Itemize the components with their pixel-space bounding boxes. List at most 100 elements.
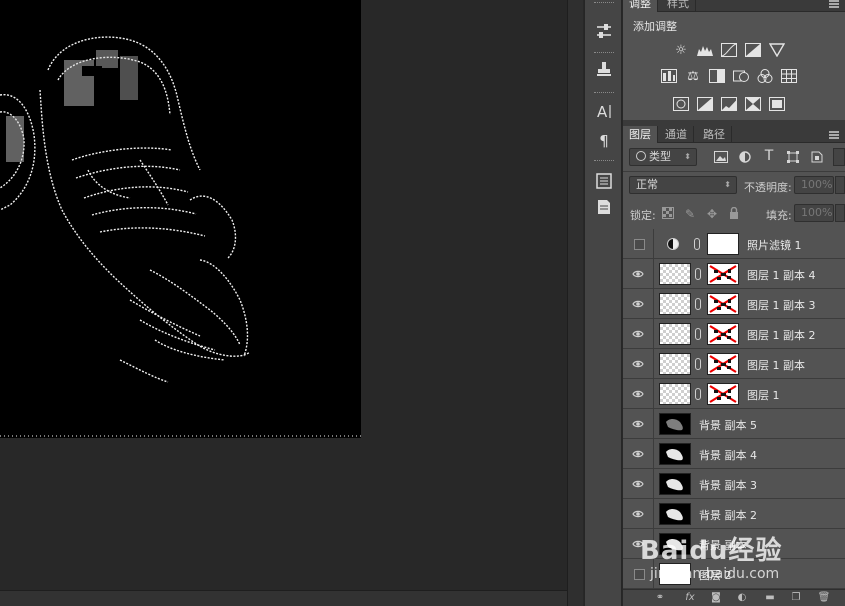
layer-thumbnail[interactable] bbox=[659, 293, 691, 315]
opacity-slider-toggle[interactable] bbox=[835, 176, 845, 194]
visibility-eye-icon[interactable] bbox=[632, 388, 644, 400]
black-white-icon[interactable] bbox=[709, 68, 725, 84]
posterize-icon[interactable] bbox=[697, 96, 713, 112]
mask-link-icon[interactable] bbox=[695, 388, 701, 400]
layer-row[interactable]: 照片滤镜 1 bbox=[623, 229, 845, 259]
exposure-icon[interactable] bbox=[745, 42, 761, 58]
layer-name[interactable]: 图层 1 副本 4 bbox=[747, 267, 816, 283]
layer-mask-thumbnail[interactable] bbox=[707, 233, 739, 255]
filter-pixel-icon[interactable] bbox=[714, 151, 728, 165]
color-balance-icon[interactable]: ⚖ bbox=[685, 68, 701, 84]
mask-link-icon[interactable] bbox=[695, 298, 701, 310]
blend-mode-dropdown[interactable]: 正常 ⬍ bbox=[629, 176, 737, 194]
visibility-eye-icon[interactable] bbox=[632, 418, 644, 430]
notes-panel-icon[interactable] bbox=[592, 196, 616, 218]
paragraph-panel-icon[interactable]: ¶ bbox=[592, 130, 616, 152]
visibility-eye-icon[interactable] bbox=[632, 328, 644, 340]
filter-shape-icon[interactable] bbox=[786, 151, 800, 165]
curves-icon[interactable] bbox=[721, 42, 737, 58]
layer-row[interactable]: 图层 1 副本 4 bbox=[623, 259, 845, 289]
layer-row[interactable]: 背景 副本 4 bbox=[623, 439, 845, 469]
layer-row[interactable]: 背景 副本 3 bbox=[623, 469, 845, 499]
levels-icon[interactable] bbox=[697, 42, 713, 58]
fill-input[interactable]: 100% bbox=[794, 204, 834, 222]
color-lookup-icon[interactable] bbox=[781, 68, 797, 84]
vertical-scrollbar[interactable] bbox=[567, 0, 583, 606]
layer-name[interactable]: 背景 副本 2 bbox=[699, 507, 757, 523]
layer-mask-thumbnail[interactable] bbox=[707, 263, 739, 285]
photo-filter-icon[interactable] bbox=[733, 68, 749, 84]
filter-toggle[interactable] bbox=[833, 148, 845, 166]
brightness-contrast-icon[interactable]: ☼ bbox=[673, 42, 689, 58]
tab-paths[interactable]: 路径 bbox=[697, 126, 732, 143]
layer-name[interactable]: 背景 副本 5 bbox=[699, 417, 757, 433]
layer-name[interactable]: 背景 副本 3 bbox=[699, 477, 757, 493]
layer-thumbnail[interactable] bbox=[659, 473, 691, 495]
opacity-input[interactable]: 100% bbox=[794, 176, 834, 194]
visibility-toggle-off[interactable] bbox=[634, 239, 645, 250]
tab-styles[interactable]: 样式 bbox=[661, 0, 696, 12]
hue-saturation-icon[interactable] bbox=[661, 68, 677, 84]
canvas-workspace[interactable] bbox=[0, 0, 567, 590]
layer-thumbnail[interactable] bbox=[659, 503, 691, 525]
layer-name[interactable]: 图层 1 副本 bbox=[747, 357, 805, 373]
layer-name[interactable]: 图层 1 副本 3 bbox=[747, 297, 816, 313]
horizontal-scrollbar[interactable] bbox=[0, 590, 567, 606]
layer-name[interactable]: 照片滤镜 1 bbox=[747, 237, 802, 253]
layer-name[interactable]: 图层 1 bbox=[747, 387, 780, 403]
visibility-eye-icon[interactable] bbox=[632, 508, 644, 520]
layer-thumbnail[interactable] bbox=[659, 323, 691, 345]
mask-link-icon[interactable] bbox=[695, 268, 701, 280]
layer-row[interactable]: 背景 副本 2 bbox=[623, 499, 845, 529]
mask-link-icon[interactable] bbox=[695, 328, 701, 340]
selective-color-icon[interactable] bbox=[745, 96, 761, 112]
layer-name[interactable]: 图层 1 副本 2 bbox=[747, 327, 816, 343]
strip-grip[interactable] bbox=[594, 52, 614, 54]
tab-channels[interactable]: 通道 bbox=[659, 126, 694, 143]
layer-mask-thumbnail[interactable] bbox=[707, 383, 739, 405]
tab-adjustments[interactable]: 调整 bbox=[623, 0, 658, 12]
layer-mask-thumbnail[interactable] bbox=[707, 353, 739, 375]
channel-mixer-icon[interactable] bbox=[757, 68, 773, 84]
layer-mask-thumbnail[interactable] bbox=[707, 323, 739, 345]
layer-row[interactable]: 图层 1 副本 2 bbox=[623, 319, 845, 349]
visibility-eye-icon[interactable] bbox=[632, 358, 644, 370]
strip-grip[interactable] bbox=[594, 92, 614, 94]
threshold-icon[interactable] bbox=[721, 96, 737, 112]
filter-type-icon[interactable]: T bbox=[762, 149, 776, 163]
clone-source-icon[interactable] bbox=[592, 58, 616, 80]
filter-smart-object-icon[interactable] bbox=[810, 151, 824, 165]
layer-mask-thumbnail[interactable] bbox=[707, 293, 739, 315]
layer-thumbnail[interactable] bbox=[659, 263, 691, 285]
strip-grip[interactable] bbox=[594, 2, 614, 4]
mask-link-icon[interactable] bbox=[694, 238, 700, 250]
gradient-map-icon[interactable] bbox=[769, 96, 785, 112]
mask-link-icon[interactable] bbox=[695, 358, 701, 370]
layer-thumbnail[interactable] bbox=[659, 413, 691, 435]
document-canvas[interactable] bbox=[0, 0, 361, 438]
tab-layers[interactable]: 图层 bbox=[623, 126, 658, 143]
lock-image-pixels-icon[interactable]: ✎ bbox=[683, 207, 697, 221]
layer-row[interactable]: 背景 副本 5 bbox=[623, 409, 845, 439]
invert-icon[interactable] bbox=[673, 96, 689, 112]
fill-slider-toggle[interactable] bbox=[835, 204, 845, 222]
visibility-eye-icon[interactable] bbox=[632, 268, 644, 280]
layer-thumbnail[interactable] bbox=[659, 443, 691, 465]
info-panel-icon[interactable] bbox=[592, 170, 616, 192]
tool-presets-icon[interactable] bbox=[592, 20, 616, 42]
layer-row[interactable]: 图层 1 副本 3 bbox=[623, 289, 845, 319]
layer-thumbnail[interactable] bbox=[659, 353, 691, 375]
lock-position-icon[interactable]: ✥ bbox=[705, 207, 719, 221]
visibility-eye-icon[interactable] bbox=[632, 448, 644, 460]
visibility-eye-icon[interactable] bbox=[632, 478, 644, 490]
lock-transparent-pixels-icon[interactable] bbox=[661, 207, 675, 221]
panel-menu-icon[interactable] bbox=[829, 131, 839, 139]
visibility-eye-icon[interactable] bbox=[632, 298, 644, 310]
character-panel-icon[interactable]: A bbox=[592, 100, 616, 122]
layer-name[interactable]: 背景 副本 4 bbox=[699, 447, 757, 463]
strip-grip[interactable] bbox=[594, 160, 614, 162]
filter-adjustment-icon[interactable] bbox=[738, 151, 752, 165]
panel-menu-icon[interactable] bbox=[829, 0, 839, 8]
layer-row[interactable]: 图层 1 bbox=[623, 379, 845, 409]
layer-row[interactable]: 图层 1 副本 bbox=[623, 349, 845, 379]
